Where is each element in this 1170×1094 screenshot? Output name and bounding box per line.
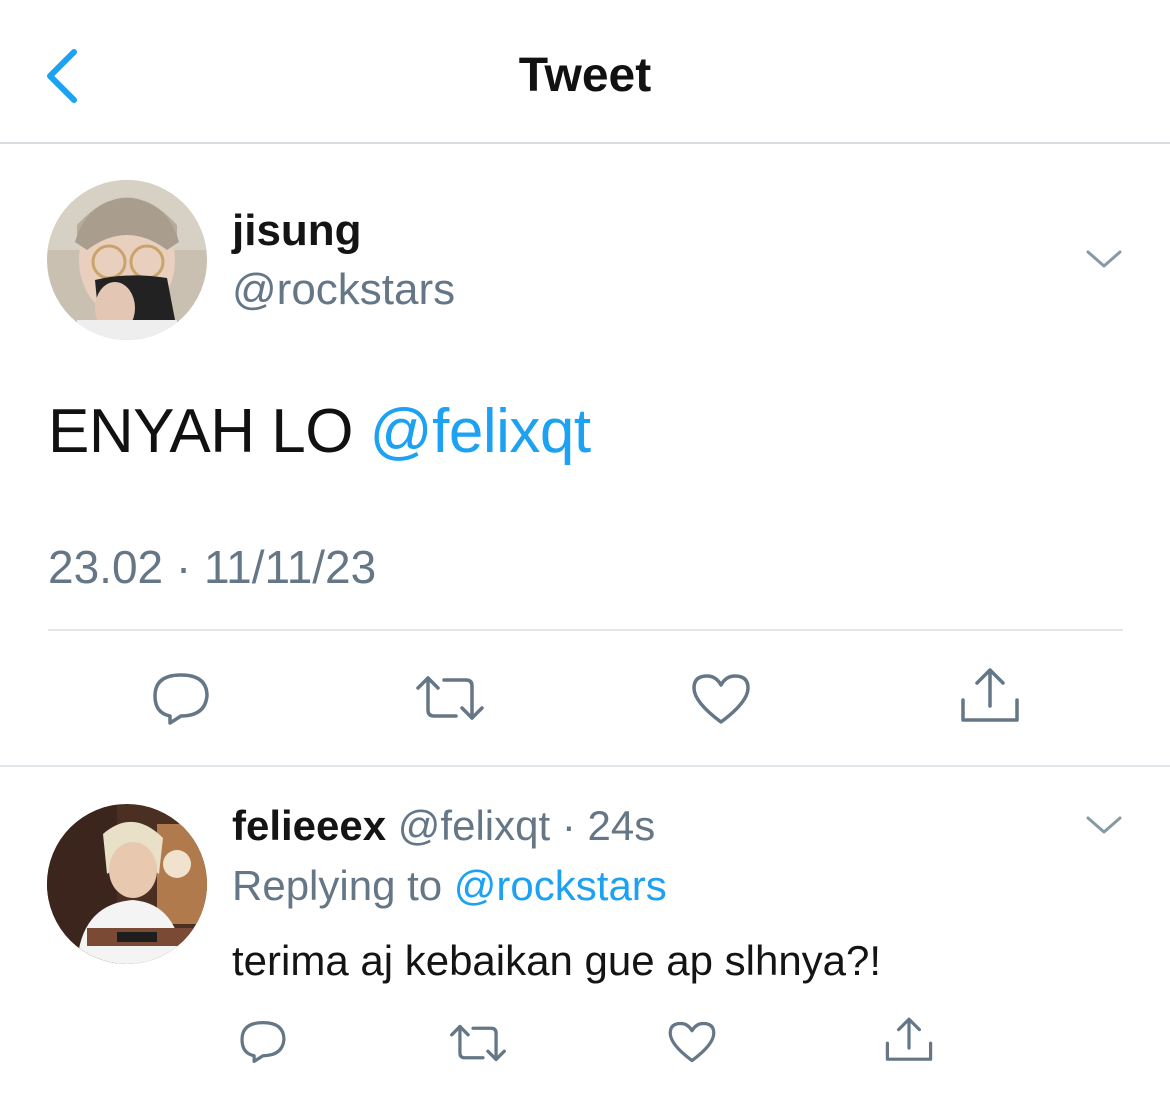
retweet-icon — [450, 1024, 506, 1062]
divider — [48, 629, 1123, 631]
chevron-down-icon — [1086, 816, 1122, 834]
page-title: Tweet — [518, 49, 652, 102]
reply-avatar-image — [47, 804, 207, 964]
reply-author-handle[interactable]: @felixqt — [398, 802, 550, 849]
author-name[interactable]: jisung — [232, 206, 362, 256]
reply-age: 24s — [587, 802, 656, 849]
like-button[interactable] — [690, 672, 752, 726]
reply-icon — [240, 1021, 286, 1063]
share-icon — [885, 1017, 933, 1061]
tweet-text-content: ENYAH LO — [48, 397, 370, 466]
avatar[interactable] — [47, 180, 207, 340]
tweet-options-button[interactable] — [1084, 244, 1124, 274]
reply-avatar[interactable] — [47, 804, 207, 964]
like-icon — [692, 674, 750, 724]
retweet-button[interactable] — [414, 670, 486, 726]
tweet-timestamp: 23.02 · 11/11/23 — [48, 541, 377, 593]
reply-text: terima aj kebaikan gue ap slhnya?! — [232, 937, 882, 984]
author-handle[interactable]: @rockstars — [232, 265, 455, 315]
reply-options-button[interactable] — [1084, 810, 1124, 840]
reply-button[interactable] — [150, 670, 212, 728]
chevron-down-icon — [1086, 250, 1122, 268]
replying-to-mention[interactable]: @rockstars — [454, 862, 667, 909]
replying-to: Replying to @rockstars — [232, 862, 667, 910]
share-button[interactable] — [959, 666, 1021, 726]
reply-like-button[interactable] — [667, 1020, 717, 1064]
reply-icon — [153, 673, 209, 725]
tweet-mention-link[interactable]: @felixqt — [370, 397, 591, 466]
avatar-image — [47, 180, 207, 340]
top-bar: Tweet — [0, 0, 1170, 144]
tweet-text: ENYAH LO @felixqt — [48, 396, 591, 467]
share-icon — [961, 668, 1019, 722]
reply-header: felieeex @felixqt · 24s — [232, 802, 655, 850]
replying-to-label: Replying to — [232, 862, 454, 909]
retweet-icon — [416, 676, 484, 720]
reply-reply-button[interactable] — [238, 1018, 288, 1066]
reply-separator: · — [550, 802, 588, 849]
divider — [0, 765, 1170, 767]
reply-author-name[interactable]: felieeex — [232, 802, 386, 849]
like-icon — [668, 1021, 716, 1063]
reply-share-button[interactable] — [884, 1016, 934, 1064]
reply-retweet-button[interactable] — [448, 1020, 508, 1066]
